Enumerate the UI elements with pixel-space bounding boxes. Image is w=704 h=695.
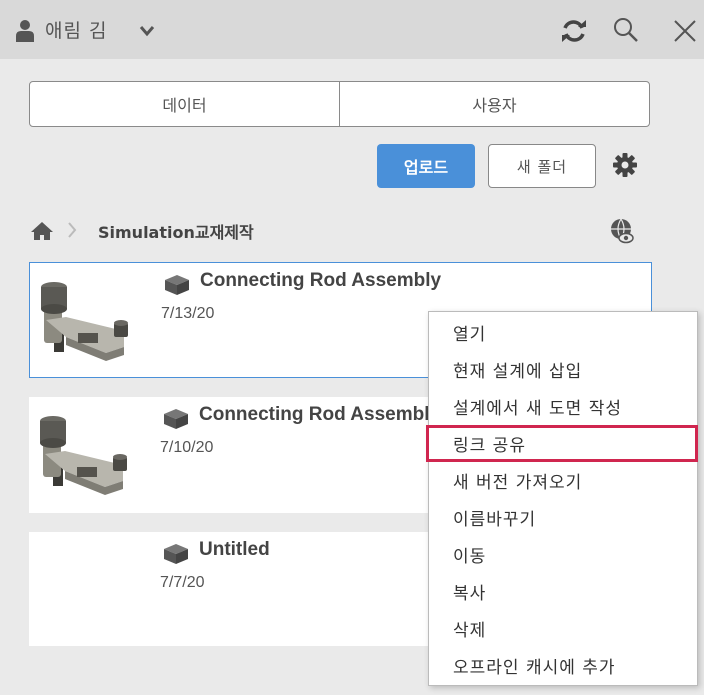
rod-assembly-thumbnail [41, 282, 128, 361]
tab-data[interactable]: 데이터 [30, 82, 339, 126]
menu-item-delete[interactable]: 삭제 [429, 610, 697, 647]
globe-visibility-icon[interactable] [610, 218, 634, 244]
design-cube-icon [165, 275, 189, 295]
menu-item-rename[interactable]: 이름바꾸기 [429, 499, 697, 536]
chevron-down-icon[interactable] [139, 25, 155, 37]
upload-button[interactable]: 업로드 [377, 144, 475, 188]
user-icon [16, 20, 34, 42]
menu-item-new-drawing[interactable]: 설계에서 새 도면 작성 [429, 388, 697, 425]
user-name[interactable]: 애림 김 [45, 16, 107, 43]
design-cube-icon [164, 544, 188, 564]
refresh-icon[interactable] [561, 19, 587, 43]
menu-item-copy[interactable]: 복사 [429, 573, 697, 610]
file-date: 7/7/20 [160, 574, 205, 591]
menu-item-offline-cache[interactable]: 오프라인 캐시에 추가 [429, 647, 697, 684]
new-folder-button[interactable]: 새 폴더 [488, 144, 596, 188]
menu-item-share-link[interactable]: 링크 공유 [426, 425, 698, 462]
tab-users[interactable]: 사용자 [339, 82, 649, 126]
file-date: 7/10/20 [160, 439, 214, 456]
file-title[interactable]: Connecting Rod Assembly [199, 404, 440, 426]
file-date: 7/13/20 [161, 305, 215, 322]
chevron-right-icon [68, 222, 77, 238]
breadcrumb-current-folder[interactable]: Simulation교재제작 [98, 219, 254, 243]
tab-bar: 데이터 사용자 [29, 81, 650, 127]
top-bar: 애림 김 [0, 0, 704, 59]
gear-icon[interactable] [612, 152, 638, 178]
rod-assembly-thumbnail [40, 416, 127, 495]
search-icon[interactable] [613, 17, 639, 43]
file-title[interactable]: Connecting Rod Assembly [200, 270, 441, 292]
menu-item-get-new-version[interactable]: 새 버전 가져오기 [429, 462, 697, 499]
home-icon[interactable] [30, 221, 54, 241]
menu-item-move[interactable]: 이동 [429, 536, 697, 573]
menu-item-open[interactable]: 열기 [429, 314, 697, 351]
close-icon[interactable] [672, 18, 698, 44]
menu-item-insert[interactable]: 현재 설계에 삽입 [429, 351, 697, 388]
file-title[interactable]: Untitled [199, 539, 270, 561]
design-cube-icon [164, 409, 188, 429]
context-menu: 열기 현재 설계에 삽입 설계에서 새 도면 작성 링크 공유 새 버전 가져오… [426, 311, 698, 686]
